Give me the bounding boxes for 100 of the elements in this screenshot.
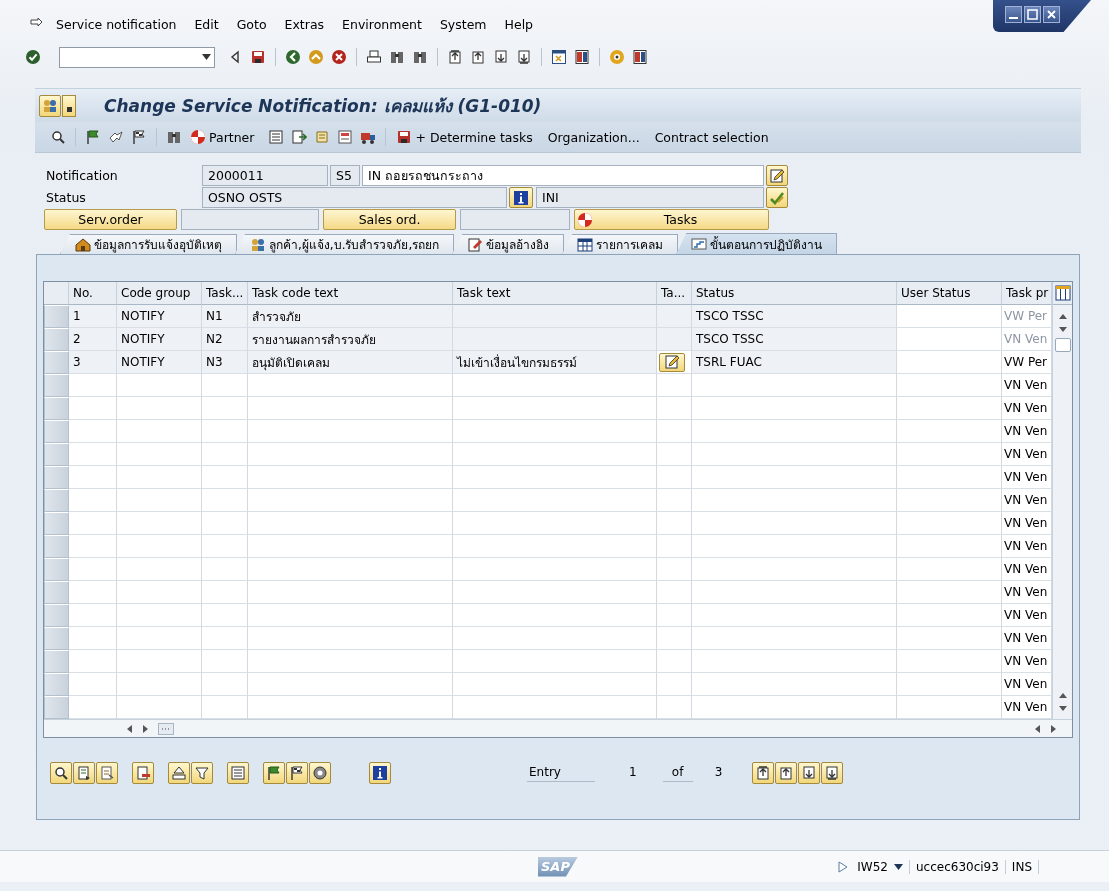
scroll-right-icon bbox=[1050, 724, 1056, 733]
table-cell: VN Ven bbox=[1002, 650, 1052, 673]
find-next-icon bbox=[412, 49, 428, 65]
scroll-down-icon bbox=[1058, 327, 1067, 332]
table-cell bbox=[69, 673, 117, 696]
document-arrow-icon bbox=[291, 129, 308, 145]
column-header[interactable]: Code group bbox=[117, 282, 202, 305]
table-cell bbox=[202, 604, 248, 627]
contract-selection-button[interactable]: Contract selection bbox=[650, 127, 773, 147]
description-field[interactable]: IN ถอยรถชนกระถาง bbox=[362, 165, 764, 186]
column-header[interactable]: Task code text bbox=[248, 282, 453, 305]
column-header[interactable]: Task text bbox=[453, 282, 657, 305]
back-icon bbox=[285, 49, 301, 65]
flag-button[interactable] bbox=[263, 762, 285, 784]
table-cell bbox=[69, 420, 117, 443]
field-label: Status bbox=[45, 189, 87, 207]
print-icon bbox=[366, 49, 382, 65]
scroll-thumb[interactable] bbox=[1054, 338, 1071, 352]
transaction-dropdown[interactable]: IW52 bbox=[851, 859, 910, 874]
column-header[interactable]: Ta... bbox=[657, 282, 692, 305]
flag-icon bbox=[85, 129, 101, 145]
partner-button[interactable]: Partner bbox=[186, 127, 259, 147]
table-cell: VN Ven bbox=[1002, 535, 1052, 558]
last-entry-button[interactable] bbox=[821, 762, 844, 784]
status-info-button[interactable] bbox=[509, 187, 533, 208]
organization-button[interactable]: Organization... bbox=[543, 127, 644, 147]
menu-item[interactable]: Service notification bbox=[48, 14, 185, 34]
info-button[interactable] bbox=[369, 762, 391, 784]
notification-field[interactable]: 2000011 bbox=[202, 165, 328, 186]
maximize-icon bbox=[1025, 7, 1040, 22]
command-field[interactable] bbox=[59, 46, 215, 68]
release-button[interactable] bbox=[766, 187, 788, 208]
entry-label: Entry bbox=[527, 764, 595, 782]
grip-icon bbox=[161, 726, 171, 731]
minimize-button[interactable] bbox=[1005, 6, 1022, 23]
list-button[interactable] bbox=[227, 762, 249, 784]
table-cell bbox=[202, 374, 248, 397]
tab[interactable]: ลูกค้า,ผู้แจ้ง,บ.รับสำรวจภัย,รถยก bbox=[235, 234, 455, 254]
tasks-button[interactable]: Tasks bbox=[574, 209, 769, 230]
long-text-button[interactable] bbox=[766, 165, 788, 186]
serv-order-button[interactable]: Serv.order bbox=[44, 209, 177, 230]
sales-order-button[interactable]: Sales ord. bbox=[323, 209, 456, 230]
close-button[interactable] bbox=[1043, 6, 1060, 23]
table-cell: VN Ven bbox=[1002, 443, 1052, 466]
first-entry-button[interactable] bbox=[752, 762, 775, 784]
table-cell bbox=[69, 627, 117, 650]
scroll-left-icon bbox=[126, 724, 132, 733]
column-header[interactable]: Task... bbox=[202, 282, 248, 305]
menu-item[interactable]: Extras bbox=[276, 14, 333, 34]
flag-checkered-icon bbox=[131, 129, 147, 145]
tab[interactable]: ขั้นตอนการปฏิบัติงาน bbox=[676, 233, 838, 254]
menu-item[interactable]: Environment bbox=[334, 14, 430, 34]
filter-button[interactable] bbox=[191, 762, 213, 784]
exit-icon bbox=[308, 49, 324, 65]
tab[interactable]: ข้อมูลอ้างอิง bbox=[452, 234, 565, 254]
table-cell: 2 bbox=[69, 328, 117, 351]
table-cell bbox=[69, 512, 117, 535]
minimize-icon bbox=[1009, 17, 1018, 19]
table-cell: VN Ven bbox=[1002, 696, 1052, 719]
tab-icon bbox=[75, 236, 91, 253]
first-entry-icon bbox=[755, 765, 772, 781]
scroll-thumb[interactable] bbox=[158, 722, 174, 735]
scroll-right-icon bbox=[142, 724, 148, 733]
table-cell bbox=[202, 443, 248, 466]
menu-item[interactable]: System bbox=[431, 14, 495, 34]
table-cell: VN Ven bbox=[1002, 627, 1052, 650]
tab[interactable]: รายการเคลม bbox=[562, 234, 679, 254]
table-cell bbox=[69, 397, 117, 420]
column-header[interactable]: No. bbox=[69, 282, 117, 305]
tab-icon bbox=[691, 236, 708, 252]
menu-item[interactable]: Goto bbox=[228, 14, 275, 34]
table-cell bbox=[69, 604, 117, 627]
long-text-button[interactable] bbox=[659, 352, 685, 372]
maximize-button[interactable] bbox=[1024, 6, 1041, 23]
column-header[interactable]: Task pr bbox=[1002, 282, 1052, 305]
user-status-field: INI bbox=[536, 187, 764, 208]
column-settings-button[interactable] bbox=[1053, 284, 1072, 302]
info-icon bbox=[372, 765, 388, 781]
table-cell bbox=[202, 581, 248, 604]
column-header[interactable]: User Status bbox=[897, 282, 1002, 305]
menu-item[interactable]: Help bbox=[496, 14, 542, 34]
table-cell: VN Ven bbox=[1002, 558, 1052, 581]
delete-row-button[interactable] bbox=[132, 762, 154, 784]
dropdown-button[interactable] bbox=[62, 94, 76, 117]
new-session-icon bbox=[551, 49, 567, 65]
column-header[interactable]: Status bbox=[692, 282, 897, 305]
next-entry-button[interactable] bbox=[798, 762, 821, 784]
page-up-icon bbox=[1058, 693, 1067, 698]
priority-field[interactable]: S5 bbox=[330, 165, 360, 186]
status-field: OSNO OSTS bbox=[202, 187, 507, 208]
table-cell bbox=[202, 512, 248, 535]
table-cell: 1 bbox=[69, 305, 117, 328]
menu-item[interactable]: Edit bbox=[186, 14, 227, 34]
details-button[interactable] bbox=[50, 762, 72, 784]
table-cell bbox=[69, 466, 117, 489]
determine-tasks-button[interactable]: + Determine tasks bbox=[392, 127, 537, 147]
flag-checkered-button[interactable] bbox=[286, 762, 308, 784]
tab[interactable]: ข้อมูลการรับแจ้งอุบัติเหตุ bbox=[60, 234, 237, 254]
previous-entry-button[interactable] bbox=[775, 762, 798, 784]
insert-mode: INS bbox=[1005, 859, 1039, 874]
